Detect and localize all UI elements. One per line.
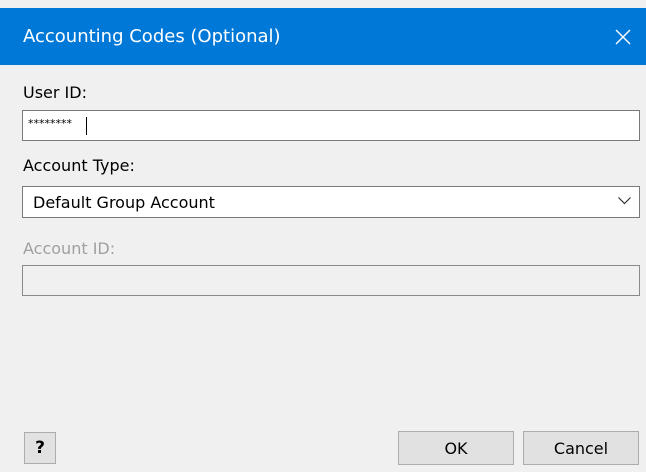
user-id-value: ********	[28, 117, 72, 130]
accounting-codes-dialog: Accounting Codes (Optional) User ID: ***…	[0, 0, 646, 472]
cancel-button[interactable]: Cancel	[523, 431, 639, 465]
text-caret	[86, 117, 87, 135]
close-icon	[615, 29, 631, 44]
account-id-input	[22, 265, 640, 296]
account-type-select[interactable]: Default Group Account	[22, 186, 640, 218]
close-button[interactable]	[600, 8, 646, 65]
ok-button[interactable]: OK	[398, 431, 514, 465]
account-id-label: Account ID:	[23, 239, 116, 258]
window-title: Accounting Codes (Optional)	[23, 26, 281, 47]
title-bar: Accounting Codes (Optional)	[0, 8, 646, 65]
help-button[interactable]: ?	[24, 432, 56, 464]
account-type-value: Default Group Account	[33, 193, 215, 212]
user-id-label: User ID:	[23, 83, 87, 102]
account-type-label: Account Type:	[23, 156, 135, 175]
chevron-down-icon	[618, 197, 631, 205]
user-id-input[interactable]: ********	[22, 110, 640, 141]
